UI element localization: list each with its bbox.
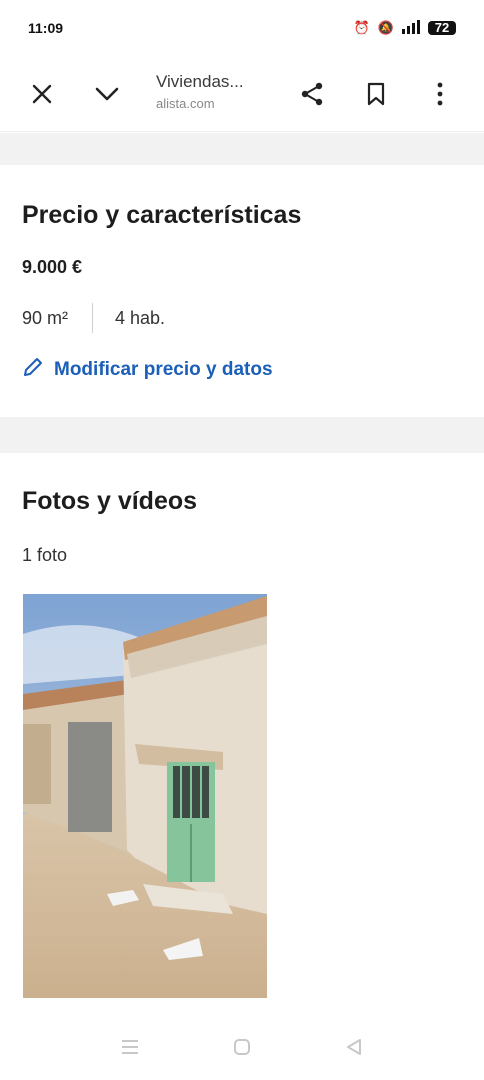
mute-icon: 🔕 xyxy=(377,20,394,35)
alarm-icon: ⏰ xyxy=(353,20,370,35)
features-row: 90 m² 4 hab. xyxy=(22,303,165,333)
photos-heading: Fotos y vídeos xyxy=(22,487,198,515)
system-nav-bar xyxy=(0,1020,484,1080)
rooms-value: 4 hab. xyxy=(115,307,166,328)
edit-price-link[interactable]: Modificar precio y datos xyxy=(22,356,273,384)
browser-toolbar: Viviendas... alista.com xyxy=(0,56,484,132)
tab-url: alista.com xyxy=(156,96,215,111)
battery-icon: 72 xyxy=(428,21,456,35)
price-heading: Precio y características xyxy=(22,201,302,229)
signal-icon xyxy=(402,19,420,37)
property-photo[interactable] xyxy=(23,594,267,998)
status-bar: 11:09 ⏰ 🔕 72 xyxy=(0,0,484,56)
chevron-down-icon[interactable] xyxy=(87,74,127,114)
share-icon[interactable] xyxy=(292,74,332,114)
photo-count: 1 foto xyxy=(22,545,68,565)
divider xyxy=(92,303,94,333)
price-value: 9.000 € xyxy=(22,257,83,277)
status-time: 11:09 xyxy=(28,20,64,36)
edit-price-label: Modificar precio y datos xyxy=(54,359,273,380)
home-icon[interactable] xyxy=(232,1037,252,1063)
recent-apps-icon[interactable] xyxy=(120,1038,140,1062)
back-icon[interactable] xyxy=(344,1037,364,1063)
tab-title: Viviendas... xyxy=(156,72,244,91)
status-icons: ⏰ 🔕 72 xyxy=(353,19,456,37)
bookmark-icon[interactable] xyxy=(356,74,396,114)
close-icon[interactable] xyxy=(22,74,62,114)
area-value: 90 m² xyxy=(22,307,69,328)
page-title-area[interactable]: Viviendas... alista.com xyxy=(156,72,276,111)
pencil-icon xyxy=(22,356,44,384)
more-vert-icon[interactable] xyxy=(420,74,460,114)
